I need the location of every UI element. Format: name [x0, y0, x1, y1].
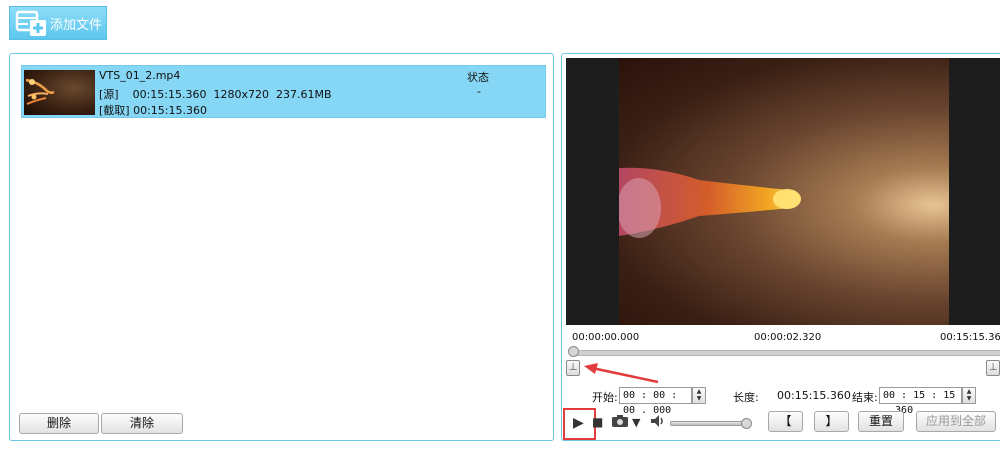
- add-video-icon: [14, 9, 48, 37]
- file-source-info: [源] 00:15:15.360 1280x720 237.61MB: [99, 86, 332, 102]
- start-time-spinner[interactable]: ▲ ▼: [692, 387, 706, 404]
- length-value: 00:15:15.360: [777, 389, 851, 402]
- video-thumbnail: [24, 70, 95, 115]
- volume-slider-handle[interactable]: [741, 418, 752, 429]
- file-cut-info: [截取] 00:15:15.360: [99, 102, 207, 118]
- end-label: 结束:: [852, 391, 878, 404]
- cut-duration: 00:15:15.360: [133, 104, 207, 117]
- file-list-panel: VTS_01_2.mp4 [源] 00:15:15.360 1280x720 2…: [9, 53, 554, 441]
- timeline-start-time: 00:00:00.000: [572, 332, 640, 343]
- status-header: 状态: [467, 71, 489, 84]
- preview-panel: 00:00:00.000 00:00:02.320 00:15:15.360 ⊥…: [561, 53, 1000, 441]
- file-size: 237.61MB: [276, 88, 332, 101]
- file-list-item[interactable]: VTS_01_2.mp4 [源] 00:15:15.360 1280x720 2…: [21, 65, 546, 118]
- set-end-bracket-button[interactable]: 】: [814, 411, 849, 432]
- end-time-input[interactable]: 00 : 15 : 15 . 360: [879, 387, 962, 416]
- timeline-track[interactable]: [570, 350, 1000, 356]
- resolution: 1280x720: [213, 88, 270, 101]
- apply-to-all-button[interactable]: 应用到全部: [916, 411, 996, 432]
- camera-icon[interactable]: [611, 414, 629, 432]
- video-preview[interactable]: [566, 58, 1000, 325]
- cut-tag: [截取]: [99, 104, 130, 117]
- timeline-current-time: 00:00:02.320: [754, 332, 822, 343]
- annotation-arrow-icon: [584, 363, 659, 384]
- play-icon[interactable]: ▶: [573, 415, 584, 431]
- set-start-bracket-button[interactable]: 【: [768, 411, 803, 432]
- source-tag: [源]: [99, 88, 119, 101]
- start-marker-handle[interactable]: ⊥: [566, 360, 580, 376]
- timeline-end-time: 00:15:15.360: [940, 332, 1000, 343]
- delete-button[interactable]: 删除: [19, 413, 99, 434]
- clear-button[interactable]: 清除: [101, 413, 183, 434]
- file-name: VTS_01_2.mp4: [99, 69, 181, 82]
- reset-button[interactable]: 重置: [858, 411, 904, 432]
- chevron-down-icon[interactable]: ▼: [632, 416, 640, 429]
- volume-icon[interactable]: [650, 414, 666, 432]
- start-time-input[interactable]: 00 : 00 : 00 . 000: [619, 387, 692, 416]
- add-file-button[interactable]: 添加文件: [9, 6, 107, 40]
- volume-slider-track[interactable]: [670, 421, 750, 426]
- end-time-spinner[interactable]: ▲ ▼: [962, 387, 976, 404]
- length-label: 长度:: [733, 391, 759, 404]
- source-duration: 00:15:15.360: [132, 88, 207, 101]
- video-frame: [617, 58, 949, 325]
- add-file-label: 添加文件: [50, 17, 103, 33]
- end-marker-handle[interactable]: ⊥: [986, 360, 1000, 376]
- toolbar: 添加文件: [0, 0, 1000, 48]
- start-label: 开始:: [592, 391, 618, 404]
- stop-icon[interactable]: ■: [592, 415, 603, 429]
- status-value: -: [477, 85, 481, 98]
- timeline-playhead[interactable]: [568, 346, 579, 357]
